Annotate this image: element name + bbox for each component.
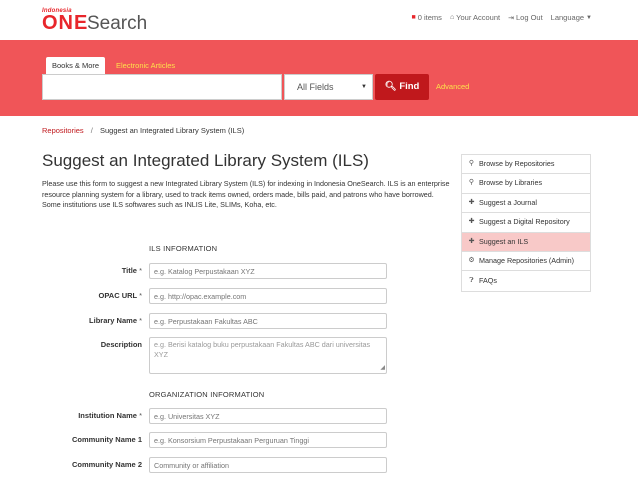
community-name-1-label: Community Name 1 — [42, 435, 142, 444]
sidebar-item-label: Browse by Repositories — [479, 159, 555, 168]
logout-icon: ⇥ — [508, 14, 514, 22]
sidebar-item-label: Manage Repositories (Admin) — [479, 255, 575, 265]
sidebar-item-label: Suggest an ILS — [479, 236, 529, 246]
plus-icon: ✚ — [468, 198, 475, 206]
language-dropdown[interactable]: Language ▼ — [551, 13, 592, 22]
tab-books-more[interactable]: Books & More — [46, 57, 106, 74]
logo-search-text: Search — [87, 13, 148, 34]
description-placeholder: e.g. Berisi katalog buku perpustakaan Fa… — [154, 340, 371, 359]
institution-name-label: Institution Name * — [42, 411, 142, 420]
search-icon: 🔍︎ — [384, 81, 397, 92]
logout-link[interactable]: ⇥ Log Out — [508, 13, 543, 22]
caret-down-icon: ▼ — [586, 14, 592, 21]
cart-label: 0 items — [417, 13, 442, 22]
required-mark: * — [139, 316, 142, 325]
caret-down-icon: ▼ — [361, 84, 367, 90]
intro-text: Please use this form to suggest a new In… — [42, 179, 450, 209]
sidebar-item-manage-repositories[interactable]: ⚙ Manage Repositories (Admin) — [462, 252, 590, 272]
community-name-2-label: Community Name 2 — [42, 460, 142, 469]
briefcase-icon: ■ — [411, 14, 416, 21]
plus-icon: ✚ — [468, 218, 475, 226]
required-mark: * — [139, 411, 142, 420]
page-title: Suggest an Integrated Library System (IL… — [42, 151, 369, 170]
search-icon: ⚲ — [468, 179, 475, 187]
title-label-text: Title — [121, 266, 137, 275]
description-label-text: Description — [100, 340, 142, 349]
community-name-2-field[interactable] — [149, 457, 387, 473]
tab-electronic-articles[interactable]: Electronic Articles — [110, 57, 181, 74]
top-bar: Indonesia ONE Search ■ 0 items ⌂ Your Ac… — [0, 0, 638, 40]
breadcrumb-current: Suggest an Integrated Library System (IL… — [99, 126, 245, 135]
opac-url-label-text: OPAC URL — [98, 291, 137, 300]
library-name-label-text: Library Name — [89, 316, 137, 325]
community-name-1-field[interactable] — [149, 432, 387, 448]
required-mark: * — [139, 266, 142, 275]
ils-info-heading: ILS INFORMATION — [149, 244, 218, 253]
breadcrumb-repositories[interactable]: Repositories — [42, 126, 84, 135]
language-label: Language — [550, 13, 585, 22]
select-value: All Fields — [297, 82, 334, 92]
search-input[interactable] — [42, 74, 282, 100]
org-info-heading: ORGANIZATION INFORMATION — [149, 390, 265, 399]
find-label: Find — [399, 81, 420, 92]
title-field[interactable] — [149, 263, 387, 279]
home-icon: ⌂ — [449, 14, 455, 21]
opac-url-label: OPAC URL * — [42, 291, 143, 300]
sidebar-item-label: FAQs — [479, 275, 497, 285]
community-name-2-label-text: Community Name 2 — [71, 460, 142, 469]
find-button[interactable]: 🔍︎ Find — [375, 74, 429, 100]
question-icon: ❓︎ — [469, 276, 474, 284]
resize-handle-icon[interactable]: ◢ — [380, 363, 385, 373]
sidebar-item-browse-repositories[interactable]: ⚲ Browse by Repositories — [462, 155, 590, 175]
account-link[interactable]: ⌂ Your Account — [450, 13, 500, 22]
search-icon: ⚲ — [468, 160, 475, 167]
opac-url-field[interactable] — [149, 288, 387, 304]
breadcrumb: Repositories / Suggest an Integrated Lib… — [42, 126, 244, 135]
title-label: Title * — [42, 266, 142, 275]
library-name-field[interactable] — [149, 313, 387, 329]
sidebar-item-faqs[interactable]: ❓︎ FAQs — [462, 271, 590, 290]
account-label: Your Account — [456, 13, 501, 22]
search-field-select[interactable]: All Fields ▼ — [284, 74, 373, 100]
sidebar-item-label: Browse by Libraries — [479, 178, 543, 188]
sidebar-item-label: Suggest a Journal — [479, 197, 537, 207]
sidebar-item-suggest-journal[interactable]: ✚ Suggest a Journal — [462, 194, 590, 214]
top-nav: ■ 0 items ⌂ Your Account ⇥ Log Out Langu… — [412, 13, 592, 22]
required-mark: * — [139, 291, 142, 300]
gear-icon: ⚙ — [468, 256, 475, 264]
advanced-search-link[interactable]: Advanced — [436, 82, 469, 91]
sidebar-item-label: Suggest a Digital Repository — [479, 217, 570, 227]
plus-icon: ✚ — [468, 237, 475, 245]
sidebar-menu: ⚲ Browse by Repositories ⚲ Browse by Lib… — [461, 154, 591, 292]
community-name-1-label-text: Community Name 1 — [71, 435, 142, 444]
logo-one-text: ONE — [42, 12, 89, 34]
logout-label: Log Out — [515, 13, 543, 22]
library-name-label: Library Name * — [42, 316, 142, 325]
description-label: Description — [42, 340, 142, 349]
sidebar-item-suggest-ils[interactable]: ✚ Suggest an ILS — [462, 232, 590, 252]
sidebar-item-suggest-repository[interactable]: ✚ Suggest a Digital Repository — [462, 213, 590, 233]
cart-link[interactable]: ■ 0 items — [412, 13, 442, 22]
description-field[interactable]: e.g. Berisi katalog buku perpustakaan Fa… — [149, 337, 387, 374]
breadcrumb-separator: / — [90, 126, 93, 135]
institution-name-field[interactable] — [149, 408, 387, 424]
institution-name-label-text: Institution Name — [78, 411, 137, 420]
sidebar-item-browse-libraries[interactable]: ⚲ Browse by Libraries — [462, 174, 590, 194]
